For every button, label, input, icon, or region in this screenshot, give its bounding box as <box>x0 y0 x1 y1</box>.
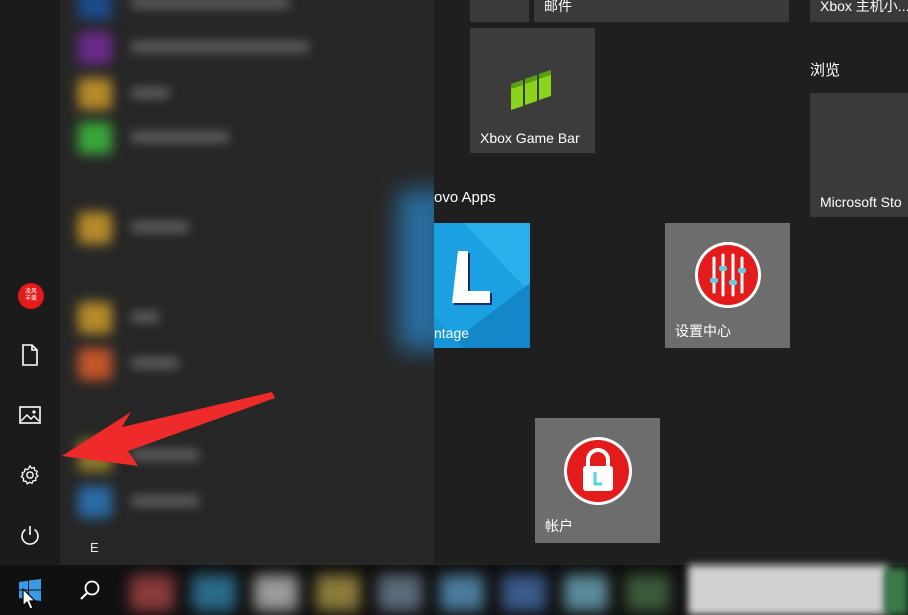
power-icon <box>21 526 39 545</box>
app-name <box>130 87 170 99</box>
list-item[interactable] <box>72 120 392 156</box>
lenovo-vantage-tile[interactable]: ntage <box>434 223 530 348</box>
app-icon <box>78 32 112 64</box>
lenovo-apps-group-title[interactable]: ovo Apps <box>434 189 496 206</box>
taskbar-app-icon[interactable] <box>130 575 174 611</box>
xbox-companion-tile[interactable]: Xbox 主机小... <box>810 0 908 22</box>
xbox-game-bar-icon <box>511 70 551 110</box>
taskbar-app-icon[interactable] <box>254 575 298 611</box>
settings-button[interactable] <box>0 447 60 503</box>
taskbar-app-icon[interactable] <box>440 575 484 611</box>
app-name <box>130 311 160 323</box>
taskbar-app-icon[interactable] <box>192 575 236 611</box>
browse-group-title[interactable]: 浏览 <box>810 59 840 80</box>
app-name <box>130 41 310 53</box>
search-button[interactable] <box>64 565 116 615</box>
app-icon <box>78 348 112 380</box>
mail-tile-label: 邮件 <box>544 0 572 14</box>
documents-button[interactable] <box>0 327 60 383</box>
app-name <box>130 0 290 9</box>
app-name <box>130 357 180 369</box>
power-button[interactable] <box>0 507 60 563</box>
list-item[interactable] <box>72 30 392 66</box>
user-avatar[interactable]: 凌风 羊羹 <box>18 283 44 309</box>
list-item[interactable] <box>72 438 392 474</box>
app-name <box>130 131 230 143</box>
vantage-label: ntage <box>434 325 470 341</box>
small-tile[interactable] <box>470 0 529 22</box>
app-icon <box>78 486 112 518</box>
avatar-text: 凌风 羊羹 <box>24 289 37 302</box>
list-item[interactable] <box>72 484 392 520</box>
microsoft-store-label: Microsoft Sto <box>820 194 902 210</box>
app-icon <box>78 302 112 334</box>
app-icon <box>78 0 112 20</box>
pictures-icon <box>19 406 41 424</box>
list-item[interactable] <box>72 300 392 336</box>
tiles-area: 邮件 Xbox 主机小... Xbox Game Bar 浏览 Microsof… <box>434 0 908 565</box>
app-icon <box>78 78 112 110</box>
account-tile[interactable]: 帐户 <box>535 418 660 543</box>
settings-center-label: 设置中心 <box>675 323 731 339</box>
list-item[interactable] <box>72 76 392 112</box>
equalizer-icon <box>695 242 761 308</box>
xbox-game-bar-tile[interactable]: Xbox Game Bar <box>470 28 595 153</box>
xbox-companion-label: Xbox 主机小... <box>820 0 908 14</box>
pictures-button[interactable] <box>0 387 60 443</box>
app-icon <box>78 440 112 472</box>
xbox-game-bar-label: Xbox Game Bar <box>480 130 580 146</box>
section-letter-e[interactable]: E <box>90 540 99 555</box>
gear-icon <box>20 465 39 485</box>
app-icon <box>78 122 112 154</box>
app-name <box>130 449 200 461</box>
lock-icon <box>564 437 632 505</box>
mouse-cursor-icon <box>22 588 36 610</box>
microsoft-store-tile[interactable]: Microsoft Sto <box>810 93 908 217</box>
taskbar-app-icon[interactable] <box>316 575 360 611</box>
blurred-window-preview <box>884 568 908 615</box>
app-name <box>130 495 200 507</box>
document-icon <box>22 344 38 366</box>
list-item[interactable] <box>72 0 392 22</box>
taskbar-app-icon[interactable] <box>378 575 422 611</box>
account-label: 帐户 <box>545 518 573 534</box>
mail-tile[interactable]: 邮件 <box>534 0 789 22</box>
list-item[interactable] <box>72 346 392 382</box>
app-icon <box>78 212 112 244</box>
taskbar-app-icon[interactable] <box>626 575 670 611</box>
settings-center-tile[interactable]: 设置中心 <box>665 223 790 348</box>
search-icon <box>80 580 100 600</box>
vantage-l-logo-icon <box>452 251 492 305</box>
taskbar-app-icon[interactable] <box>564 575 608 611</box>
start-menu-rail: 凌风 羊羹 <box>0 0 60 615</box>
blurred-window-preview <box>688 565 888 615</box>
taskbar-app-icon[interactable] <box>502 575 546 611</box>
app-name <box>130 221 190 233</box>
blurred-tile-shadow <box>398 190 434 350</box>
app-list: E <box>60 0 434 565</box>
list-item[interactable] <box>72 210 392 246</box>
